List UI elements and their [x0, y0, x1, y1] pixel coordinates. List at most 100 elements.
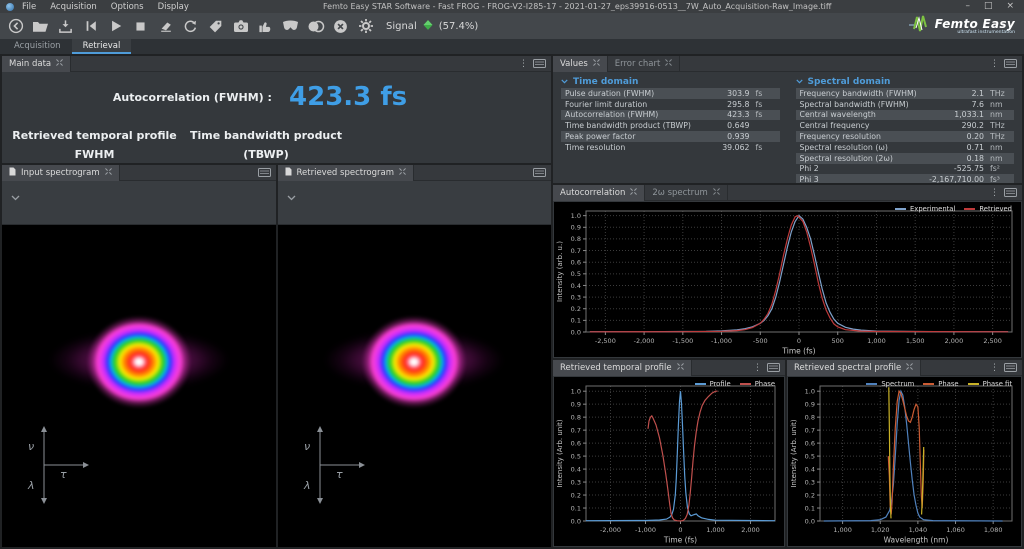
svg-text:Intensity (Arb. unit): Intensity (Arb. unit): [556, 419, 564, 488]
row-unit: THz: [990, 132, 1010, 141]
retrieved-spectrogram-header: Retrieved spectrogram: [278, 165, 552, 181]
tab-acquisition[interactable]: Acquisition: [3, 39, 72, 54]
panel-menu-icon[interactable]: ⋮: [519, 56, 528, 72]
spectrum-2w-tab-label: 2ω spectrum: [652, 188, 707, 198]
row-unit: fs³: [990, 175, 1010, 183]
svg-text:0.3: 0.3: [805, 478, 815, 486]
play-button[interactable]: [103, 15, 128, 38]
keyboard-icon[interactable]: [1004, 188, 1017, 197]
menu-display[interactable]: Display: [158, 2, 189, 12]
input-spectrogram-tab[interactable]: Input spectrogram: [2, 165, 120, 181]
menu-file[interactable]: File: [22, 2, 36, 12]
svg-text:1.0: 1.0: [805, 387, 815, 395]
legend-swatch: [740, 383, 751, 385]
step-button[interactable]: [78, 15, 103, 38]
spectral-profile-tab[interactable]: Retrieved spectral profile: [787, 360, 921, 376]
panel-menu-icon[interactable]: ⋮: [990, 185, 999, 201]
validate-button[interactable]: [253, 15, 278, 38]
history-button[interactable]: [178, 15, 203, 38]
legend-label: Spectrum: [881, 380, 914, 388]
autocorrelation-header: Autocorrelation 2ω spectrum ⋮: [553, 185, 1022, 201]
input-spectrogram-canvas[interactable]: ν λ τ: [2, 225, 276, 547]
expand-icon[interactable]: [399, 168, 406, 178]
tab-retrieval[interactable]: Retrieval: [72, 39, 132, 54]
expand-icon[interactable]: [906, 363, 913, 373]
input-spectrogram-tab-label: Input spectrogram: [21, 168, 100, 178]
menu-acquisition[interactable]: Acquisition: [50, 2, 97, 12]
eraser-icon: [158, 19, 174, 33]
back-button[interactable]: [3, 15, 28, 38]
mask-button[interactable]: [278, 15, 303, 38]
camera-icon: [233, 19, 249, 33]
minimize-button[interactable]: –: [965, 0, 970, 13]
tag-button[interactable]: [203, 15, 228, 38]
maximize-button[interactable]: □: [984, 0, 993, 13]
row-unit: fs: [756, 100, 776, 109]
error-chart-tab[interactable]: Error chart: [608, 56, 681, 72]
retrieved-spectrogram-canvas[interactable]: ν λ τ: [278, 225, 552, 547]
main-data-panel: Main data ⋮ Autocorrelation (FWHM) : 423…: [2, 56, 551, 163]
svg-text:1.0: 1.0: [571, 387, 581, 395]
retrieved-spectrogram-tab[interactable]: Retrieved spectrogram: [278, 165, 414, 181]
camera-button[interactable]: [228, 15, 253, 38]
row-label: Time bandwidth product (TBWP): [565, 121, 694, 130]
main-data-tab[interactable]: Main data: [2, 56, 71, 72]
spectral-domain-title[interactable]: Spectral domain: [796, 75, 1015, 88]
keyboard-icon[interactable]: [1004, 363, 1017, 372]
keyboard-icon[interactable]: [533, 168, 546, 177]
chevron-down-icon[interactable]: [11, 186, 20, 205]
value-row: Frequency bandwidth (FWHM)2.1THz: [796, 88, 1015, 99]
autocorrelation-chart[interactable]: 0.00.10.20.30.40.50.60.70.80.91.0-2,500-…: [554, 202, 1021, 357]
expand-icon[interactable]: [105, 168, 112, 178]
svg-text:0.6: 0.6: [805, 439, 815, 447]
menu-options[interactable]: Options: [111, 2, 144, 12]
legend-label: Phase: [938, 380, 958, 388]
spectral-profile-chart[interactable]: 0.00.10.20.30.40.50.60.70.80.91.01,0001,…: [788, 377, 1021, 546]
settings-button[interactable]: [353, 15, 378, 38]
svg-text:1.0: 1.0: [571, 212, 581, 220]
keyboard-icon[interactable]: [1004, 59, 1017, 68]
keyboard-icon[interactable]: [533, 59, 546, 68]
values-tab[interactable]: Values: [553, 56, 608, 72]
expand-icon[interactable]: [593, 59, 600, 69]
close-button[interactable]: ×: [1006, 0, 1014, 13]
expand-icon[interactable]: [677, 363, 684, 373]
legend-label: Phase fit: [983, 380, 1012, 388]
time-domain-title[interactable]: Time domain: [561, 75, 780, 88]
app-window: File Acquisition Options Display Femto E…: [0, 0, 1024, 549]
expand-icon[interactable]: [56, 59, 63, 69]
value-row: Pulse duration (FWHM)303.9fs: [561, 88, 780, 99]
legend-swatch: [968, 383, 979, 385]
panel-menu-icon[interactable]: ⋮: [990, 360, 999, 376]
autocorrelation-value: 423.3 fs: [289, 82, 407, 112]
temporal-profile-chart[interactable]: 0.00.10.20.30.40.50.60.70.80.91.0-2,000-…: [554, 377, 784, 546]
row-label: Pulse duration (FWHM): [565, 89, 694, 98]
panel-menu-icon[interactable]: ⋮: [990, 56, 999, 72]
svg-text:0.8: 0.8: [571, 413, 581, 421]
svg-text:Wavelength (nm): Wavelength (nm): [884, 536, 949, 545]
toggle-button[interactable]: [303, 15, 328, 38]
open-button[interactable]: [28, 15, 53, 38]
row-unit: fs: [756, 110, 776, 119]
save-button[interactable]: [53, 15, 78, 38]
keyboard-icon[interactable]: [767, 363, 780, 372]
row-unit: nm: [990, 110, 1010, 119]
row-label: Frequency resolution: [800, 132, 929, 141]
svg-text:0.5: 0.5: [571, 270, 581, 278]
expand-icon[interactable]: [713, 188, 720, 198]
legend-label: Experimental: [910, 205, 955, 213]
stop-button[interactable]: [128, 15, 153, 38]
row-value: 0.71: [928, 143, 984, 152]
keyboard-icon[interactable]: [258, 168, 271, 177]
spectrum-2w-tab[interactable]: 2ω spectrum: [645, 185, 727, 201]
autocorrelation-tab[interactable]: Autocorrelation: [553, 185, 645, 201]
expand-icon[interactable]: [665, 59, 672, 69]
panel-menu-icon[interactable]: ⋮: [753, 360, 762, 376]
temporal-profile-tab[interactable]: Retrieved temporal profile: [553, 360, 692, 376]
chevron-down-icon[interactable]: [287, 186, 296, 205]
legend-label: Profile: [710, 380, 731, 388]
close-session-button[interactable]: [328, 15, 353, 38]
signal-level-icon: [422, 19, 434, 34]
erase-button[interactable]: [153, 15, 178, 38]
expand-icon[interactable]: [630, 188, 637, 198]
